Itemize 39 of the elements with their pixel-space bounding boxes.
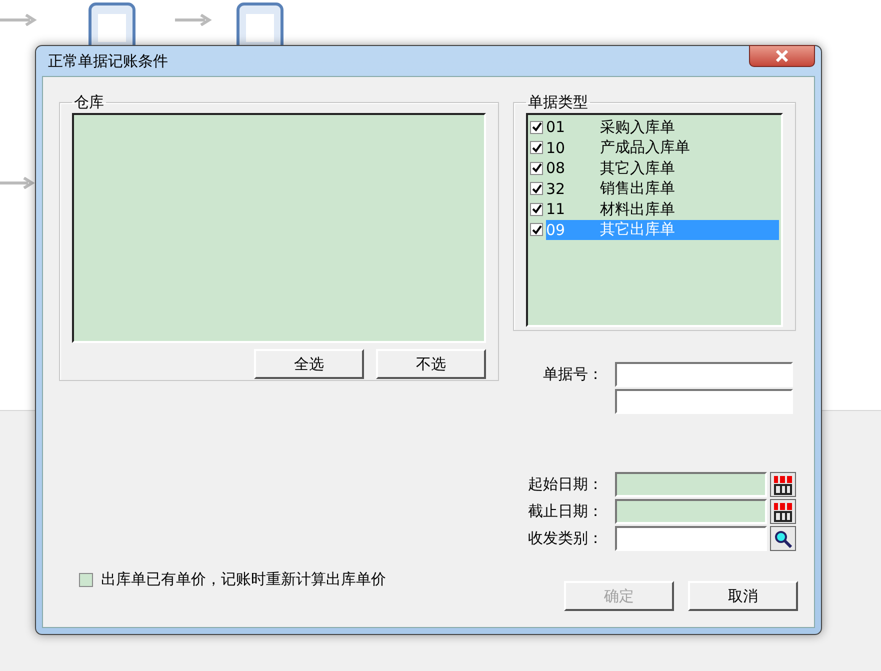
field-label: 单据号： xyxy=(542,365,603,384)
check-icon xyxy=(532,163,542,174)
list-item[interactable]: 11 材料出库单 xyxy=(546,199,779,220)
checkbox[interactable] xyxy=(530,202,543,216)
close-icon[interactable] xyxy=(775,50,789,62)
checkbox[interactable] xyxy=(530,141,543,154)
input-field[interactable] xyxy=(615,362,793,387)
select-button[interactable]: 全选 xyxy=(254,349,364,379)
arrow-icon xyxy=(0,177,36,189)
window-title: 正常单据记账条件 xyxy=(47,52,168,70)
select-button[interactable]: 不选 xyxy=(376,349,486,379)
field-label: 收发类别： xyxy=(527,529,603,548)
check-icon xyxy=(532,224,542,235)
list-item[interactable]: 32 销售出库单 xyxy=(546,178,779,199)
field-label: 截止日期： xyxy=(527,502,603,521)
checkbox[interactable] xyxy=(530,182,543,196)
checkbox[interactable] xyxy=(530,162,543,175)
checkbox-label: 出库单已有单价，记账时重新计算出库单价 xyxy=(101,570,386,589)
checkbox[interactable] xyxy=(530,120,543,134)
input-field[interactable] xyxy=(615,389,793,414)
check-icon xyxy=(532,204,542,214)
checkbox[interactable] xyxy=(79,572,93,586)
group-label: 仓库 xyxy=(73,95,105,109)
input-field[interactable] xyxy=(615,499,767,524)
check-icon xyxy=(532,122,542,132)
search-button[interactable] xyxy=(770,526,796,551)
field-label: 起始日期： xyxy=(527,475,603,494)
check-icon xyxy=(532,142,542,153)
checkbox[interactable] xyxy=(530,223,543,236)
dialog-button[interactable]: 取消 xyxy=(688,581,798,611)
search-icon[interactable] xyxy=(774,530,792,548)
list-item[interactable]: 08 其它入库单 xyxy=(546,158,779,178)
input-field[interactable] xyxy=(615,526,767,551)
list-item[interactable]: 10 产成品入库单 xyxy=(546,138,779,158)
check-icon xyxy=(532,184,542,194)
group-label: 单据类型 xyxy=(527,95,589,109)
input-field[interactable] xyxy=(615,472,767,497)
list-item[interactable]: 01 采购入库单 xyxy=(546,117,779,138)
close-button[interactable] xyxy=(749,45,815,67)
